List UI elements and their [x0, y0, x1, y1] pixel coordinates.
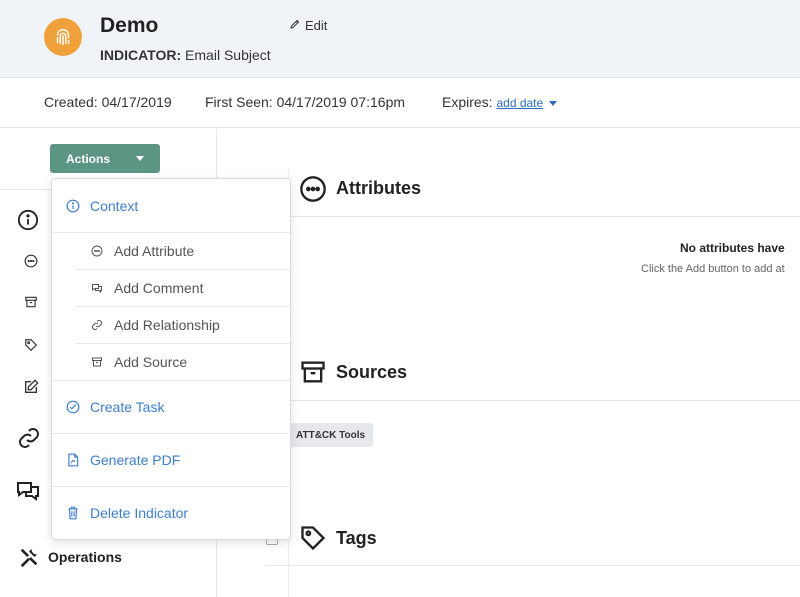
menu-divider [52, 380, 290, 381]
comments-icon[interactable] [15, 479, 41, 503]
menu-divider [52, 486, 290, 487]
menu-item-add-attribute[interactable]: Add Attribute [52, 238, 290, 264]
tools-icon[interactable] [18, 546, 40, 568]
check-circle-icon [66, 400, 80, 414]
menu-divider [76, 343, 290, 344]
expires-label: Expires: [442, 94, 493, 110]
menu-item-add-comment[interactable]: Add Comment [52, 275, 290, 301]
edit-square-icon[interactable] [23, 379, 39, 395]
archive-icon[interactable] [24, 295, 38, 309]
menu-item-add-source[interactable]: Add Source [52, 349, 290, 375]
attributes-empty-title: No attributes have [680, 241, 785, 255]
actions-button[interactable]: Actions [50, 144, 160, 173]
created-date: Created: 04/17/2019 [44, 94, 172, 110]
operations-label[interactable]: Operations [48, 549, 122, 565]
chevron-down-icon[interactable] [549, 100, 558, 106]
menu-item-label: Add Attribute [114, 243, 195, 259]
menu-item-label: Delete Indicator [90, 505, 189, 521]
fingerprint-icon [44, 18, 82, 56]
link-icon [90, 318, 104, 332]
first-seen-value: 04/17/2019 07:16pm [276, 94, 406, 110]
tags-divider [266, 565, 800, 566]
actions-label: Actions [66, 151, 111, 166]
attributes-empty-sub: Click the Add button to add at [641, 263, 785, 275]
menu-item-add-relationship[interactable]: Add Relationship [52, 312, 290, 338]
sources-divider [288, 400, 800, 401]
first-seen-label: First Seen: [205, 94, 273, 110]
tag-icon[interactable] [24, 338, 38, 352]
menu-item-generate-pdf[interactable]: Generate PDF [52, 447, 290, 473]
menu-item-label: Add Source [114, 354, 188, 370]
attributes-title: Attributes [336, 178, 421, 198]
expires-date: Expires: add date [442, 94, 558, 110]
indicator-value: Email Subject [185, 47, 271, 63]
link-icon[interactable] [17, 426, 41, 450]
trash-icon [66, 506, 80, 520]
archive-icon [299, 358, 327, 386]
menu-divider [52, 433, 290, 434]
menu-item-label: Add Comment [114, 280, 204, 296]
chevron-down-icon [136, 156, 144, 161]
indicator-type: INDICATOR: Email Subject [100, 47, 271, 63]
comment-icon [90, 281, 104, 295]
actions-dropdown: Context Add Attribute Add Comment Add Re… [51, 178, 291, 540]
edit-label: Edit [305, 18, 328, 33]
info-icon [66, 199, 80, 213]
page-title: Demo [100, 14, 159, 37]
edit-button[interactable]: Edit [289, 18, 327, 33]
add-date-link[interactable]: add date [496, 96, 543, 110]
meta-bar: Created: 04/17/2019 First Seen: 04/17/20… [0, 78, 800, 128]
created-value: 04/17/2019 [101, 94, 172, 110]
menu-item-delete-indicator[interactable]: Delete Indicator [52, 500, 290, 526]
menu-divider [52, 232, 290, 233]
ellipsis-circle-icon [90, 244, 104, 258]
menu-divider [76, 306, 290, 307]
tag-icon [299, 524, 327, 552]
menu-item-label: Context [90, 198, 139, 214]
ellipsis-circle-icon [299, 175, 327, 203]
first-seen-date: First Seen: 04/17/2019 07:16pm [205, 94, 405, 110]
menu-item-context[interactable]: Context [52, 193, 290, 219]
pencil-icon [289, 18, 301, 33]
ellipsis-circle-icon[interactable] [24, 254, 38, 268]
info-circle-icon[interactable] [17, 209, 39, 231]
menu-item-label: Generate PDF [90, 452, 181, 468]
source-chip[interactable]: ATT&CK Tools [288, 423, 374, 447]
indicator-label: INDICATOR: [100, 47, 182, 63]
sources-title: Sources [336, 362, 408, 382]
main-content: Attributes No attributes have Click the … [218, 129, 800, 597]
created-label: Created: [44, 94, 98, 110]
pdf-icon [66, 453, 80, 467]
menu-item-label: Add Relationship [114, 317, 220, 333]
menu-divider [76, 269, 290, 270]
page-header: Demo INDICATOR: Email Subject Edit [0, 0, 800, 78]
attributes-divider [288, 216, 800, 217]
menu-item-create-task[interactable]: Create Task [52, 394, 290, 420]
tags-title: Tags [336, 528, 377, 548]
archive-icon [90, 355, 104, 369]
menu-item-label: Create Task [90, 399, 165, 415]
